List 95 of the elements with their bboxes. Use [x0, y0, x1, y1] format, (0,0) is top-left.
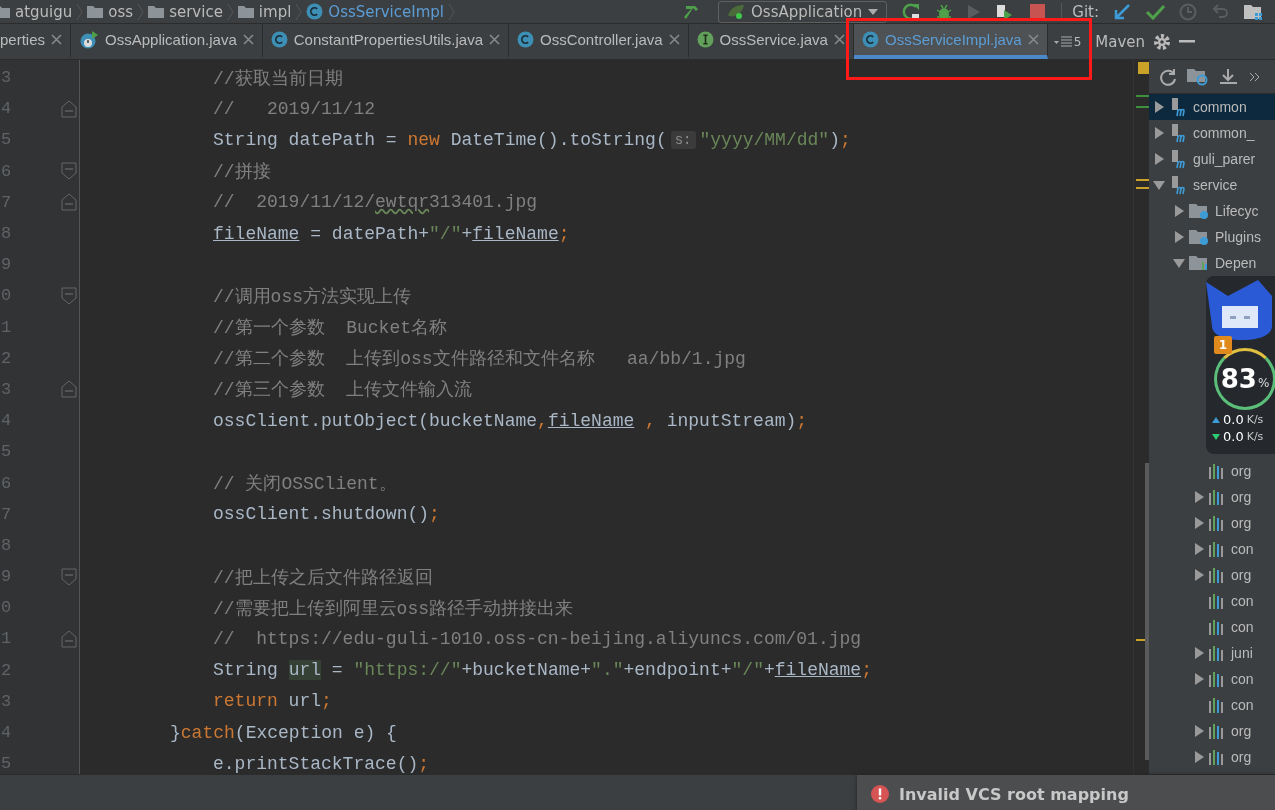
code-token: "/"	[731, 660, 764, 681]
code-token: ,	[537, 410, 548, 431]
code-token: String	[213, 660, 279, 681]
tree-item[interactable]: con	[1149, 536, 1275, 562]
code-token: ;	[558, 223, 570, 244]
speed-unit: K/s	[1246, 430, 1264, 443]
code-token: +bucketName+	[461, 660, 592, 681]
tree-item[interactable]: common	[1149, 94, 1275, 120]
upload-speed: 0.0	[1223, 412, 1244, 427]
code-token: +	[763, 660, 775, 681]
tree-item[interactable]: org	[1149, 744, 1275, 770]
git-label: Git:	[1061, 2, 1099, 21]
tree-item[interactable]: org	[1149, 510, 1275, 536]
tree-item[interactable]: Plugins	[1149, 224, 1275, 250]
usage-gauge: 83%	[1214, 348, 1275, 410]
tree-item[interactable]: org	[1149, 484, 1275, 510]
code-token: ;	[418, 753, 430, 774]
tree-item[interactable]: org	[1149, 458, 1275, 484]
code-token: fileName	[774, 660, 862, 681]
code-token: url	[288, 660, 322, 681]
tree-item[interactable]: con	[1149, 588, 1275, 614]
code-token: return	[213, 691, 278, 712]
code-comment: //第三个参数 上传文件输入流	[213, 379, 473, 402]
code-token: String datePath =	[213, 129, 398, 150]
code-token: ossClient.putObject(bucketName	[213, 410, 538, 431]
code-comment: //需要把上传到阿里云oss路径手动拼接出来	[213, 597, 573, 620]
code-token: fileName	[213, 223, 300, 244]
parameter-hint: s:	[670, 130, 696, 149]
tree-item[interactable]: con	[1149, 692, 1275, 718]
code-token: ewtqr	[375, 192, 430, 213]
code-token: (Exception e) {	[234, 722, 397, 743]
code-token: ,	[644, 410, 656, 431]
editor-tab[interactable]: OssService.java	[688, 24, 854, 59]
tree-item[interactable]: common_	[1149, 120, 1275, 146]
code-comment: 313401.jpg	[429, 192, 538, 213]
editor-tab[interactable]: OssController.java	[509, 24, 689, 59]
code-token: +	[461, 223, 473, 244]
code-token: ;	[429, 504, 440, 525]
code-token: "/"	[429, 223, 462, 244]
tree-item[interactable]: con	[1149, 666, 1275, 692]
code-comment: //把上传之后文件路径返回	[213, 566, 433, 589]
download-speed: 0.0	[1223, 429, 1244, 444]
code-token: catch	[180, 722, 235, 743]
code-token: fileName	[472, 223, 559, 244]
tree-item[interactable]: juni	[1149, 640, 1275, 666]
tree-item[interactable]: Depen	[1149, 250, 1275, 276]
code-token: ;	[321, 691, 332, 712]
code-token: )	[829, 129, 840, 150]
tool-window-title: Maven	[1095, 32, 1146, 51]
code-token: e.printStackTrace()	[213, 753, 419, 774]
code-token: ;	[861, 660, 872, 681]
code-token: DateTime().toString(	[449, 129, 667, 150]
code-comment: //拼接	[213, 161, 271, 184]
tree-item[interactable]: org	[1149, 562, 1275, 588]
tab-overflow-button[interactable]: 5	[1047, 24, 1088, 59]
code-token: fileName	[547, 410, 635, 431]
code-comment: // 关闭OSSClient。	[213, 473, 397, 496]
code-comment: // 2019/11/12/	[213, 192, 376, 213]
tree-item[interactable]: service	[1149, 172, 1275, 198]
code-token: new	[407, 129, 440, 150]
code-token: inputStream)	[665, 410, 797, 431]
breadcrumb[interactable]: service	[148, 2, 223, 21]
code-token: +endpoint+	[623, 660, 732, 681]
notification-balloon[interactable]: Invalid VCS root mapping	[857, 775, 1275, 810]
code-token: ;	[839, 129, 851, 150]
code-token: ;	[796, 410, 808, 431]
run-configuration-dropdown[interactable]: OssApplication	[718, 0, 888, 23]
tree-item[interactable]: org	[1149, 718, 1275, 744]
editor-tab[interactable]: ConstantPropertiesUtils.java	[262, 24, 510, 59]
breadcrumb[interactable]: oss	[87, 2, 134, 21]
tree-item[interactable]: con	[1149, 614, 1275, 640]
code-comment: //第二个参数 上传到oss文件路径和文件名称 aa/bb/1.jpg	[213, 348, 746, 371]
code-token: }	[170, 722, 181, 743]
breadcrumb[interactable]: impl	[237, 2, 292, 21]
breadcrumb[interactable]: OssServiceImpl	[306, 2, 444, 21]
network-monitor-widget[interactable]: 1 83% 0.0 K/s 0.0 K/s	[1206, 276, 1275, 454]
tree-item[interactable]: guli_parer	[1149, 146, 1275, 172]
breadcrumb[interactable]: atguigu	[0, 2, 73, 21]
code-comment: // https://edu-guli-1010.oss-cn-beijing.aliyuncs.com/01.jpg	[213, 628, 862, 649]
code-token: =	[330, 660, 344, 681]
code-comment: //获取当前日期	[213, 67, 343, 90]
code-token: url	[287, 691, 322, 712]
speed-unit: K/s	[1246, 413, 1264, 426]
tree-item[interactable]: Lifecyc	[1149, 198, 1275, 224]
editor-tab[interactable]: perties	[0, 24, 72, 59]
code-comment: //调用oss方法实现上传	[213, 285, 411, 308]
code-token: "."	[591, 660, 624, 681]
code-token: = datePath+	[309, 223, 430, 244]
notification-badge: 1	[1214, 336, 1232, 354]
code-token: "yyyy/MM/dd"	[699, 129, 830, 150]
editor-tab[interactable]: OssApplication.java	[71, 24, 263, 59]
code-token: "https://"	[353, 660, 462, 681]
code-comment: //第一个参数 Bucket名称	[213, 317, 448, 340]
code-token: ossClient.shutdown()	[213, 504, 430, 525]
code-comment: // 2019/11/12	[213, 98, 376, 119]
